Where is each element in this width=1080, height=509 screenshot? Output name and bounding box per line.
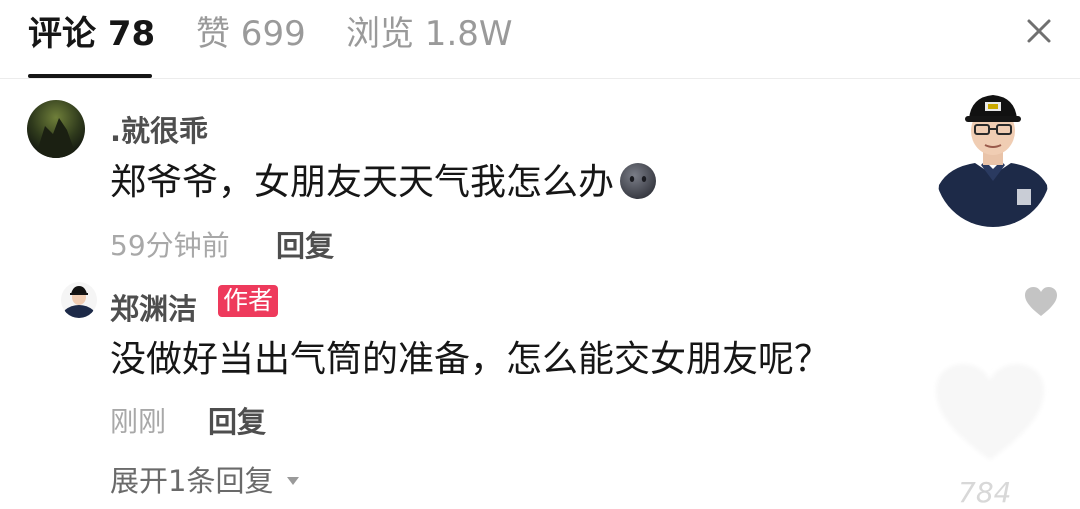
reply-timestamp: 刚刚 (110, 405, 167, 438)
reply-reply-button[interactable]: 回复 (208, 399, 266, 441)
comment-text-content: 郑爷爷，女朋友天天气我怎么办 (110, 162, 615, 203)
comment-text: 郑爷爷，女朋友天天气我怎么办 (110, 160, 658, 205)
reply-text: 没做好当出气筒的准备，怎么能交女朋友呢？ (110, 339, 831, 380)
comment-timestamp: 59分钟前 (110, 229, 230, 262)
expand-replies-button[interactable]: 展开1条回复 (110, 458, 301, 500)
like-count: 784 (958, 476, 1012, 509)
tab-comments[interactable]: 评论 78 (28, 14, 155, 54)
reply-author-avatar[interactable] (61, 282, 97, 318)
author-badge: 作者 (218, 285, 279, 317)
reply-author-username[interactable]: 郑渊洁 (110, 286, 197, 328)
tab-views[interactable]: 浏览 1.8W (346, 14, 513, 54)
author-profile-avatar[interactable] (935, 85, 1051, 227)
like-heart-icon[interactable] (1024, 286, 1058, 322)
tab-likes[interactable]: 赞 699 (196, 14, 306, 54)
caret-down-icon (286, 477, 299, 485)
commenter-avatar[interactable] (27, 100, 85, 158)
expand-replies-label: 展开1条回复 (110, 464, 274, 498)
dark-face-emoji-icon (618, 160, 658, 200)
active-tab-indicator (28, 74, 152, 78)
comment-reply-button[interactable]: 回复 (276, 223, 334, 265)
comment-tabs-bar: 评论 78 赞 699 浏览 1.8W (0, 0, 1080, 79)
faint-heart-icon[interactable] (930, 360, 1050, 472)
close-icon[interactable] (1020, 12, 1058, 50)
commenter-username[interactable]: .就很乖 (110, 108, 208, 150)
